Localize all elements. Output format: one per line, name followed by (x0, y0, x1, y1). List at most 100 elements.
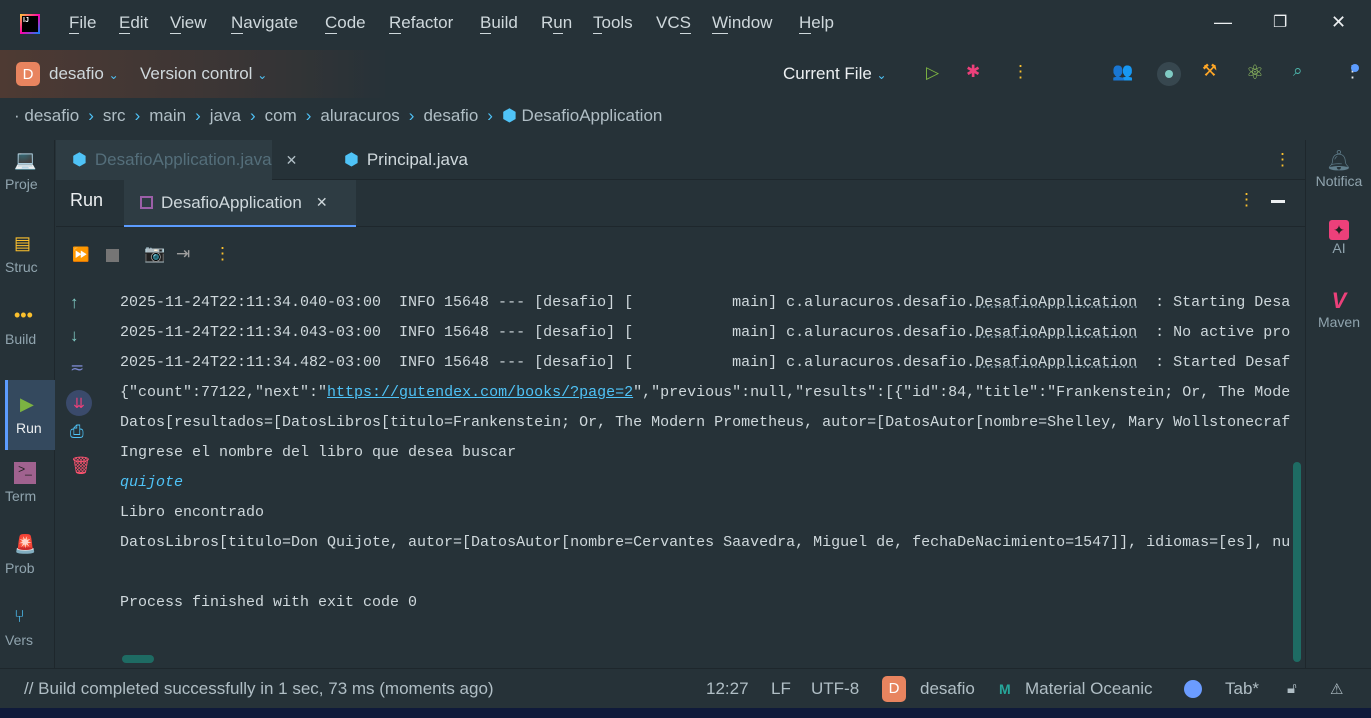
atom-icon[interactable]: ⚛ (1246, 60, 1264, 85)
caret-position[interactable]: 12:27 (706, 679, 749, 699)
breadcrumb-item[interactable]: DesafioApplication (522, 106, 663, 126)
hide-panel-icon[interactable] (1271, 200, 1285, 203)
tool-label: Maven (1317, 314, 1361, 330)
tool-terminal[interactable]: >_ Term (5, 462, 55, 504)
build-tools-icon[interactable]: ⚒ (1202, 61, 1217, 81)
vcs-selector[interactable]: Version control ⌄ (140, 64, 267, 84)
tool-notifications[interactable]: 🔔︎ Notifica (1306, 148, 1371, 189)
tab-principal-java[interactable]: ⬢ Principal.java (344, 140, 468, 180)
trash-icon[interactable]: 🗑 (70, 456, 92, 476)
theme-color-icon[interactable] (1184, 679, 1202, 698)
horizontal-scrollbar[interactable] (122, 655, 154, 663)
tab-desafio-application-java[interactable]: ⬢ DesafioApplication.java ✕ (56, 140, 297, 180)
close-window-button[interactable]: ✕ (1331, 12, 1346, 33)
run-tab-desafio-application[interactable]: DesafioApplication ✕ (124, 180, 356, 227)
menu-run[interactable]: Run (541, 13, 573, 34)
restore-button[interactable]: ❐ (1273, 12, 1287, 32)
run-panel-more-icon[interactable]: ⋮ (1238, 190, 1255, 210)
print-icon[interactable]: ⎙ (70, 422, 84, 442)
console-line: Process finished with exit code 0 (120, 594, 418, 611)
debug-icon[interactable]: ✱ (966, 62, 980, 82)
os-taskbar (0, 708, 1371, 718)
menu-label: Run (541, 13, 573, 32)
power-save-icon[interactable]: ⚠︎ (1330, 680, 1343, 698)
breadcrumb-item[interactable]: aluracuros (320, 106, 399, 126)
search-icon[interactable]: ⌕ (1293, 61, 1303, 81)
minimize-button[interactable]: — (1214, 12, 1232, 33)
rerun-icon[interactable]: ⏩ (72, 246, 89, 263)
status-project[interactable]: desafio (920, 679, 975, 699)
class-link[interactable]: DesafioApplication (975, 324, 1137, 341)
soft-wrap-icon[interactable]: ≂ (70, 358, 84, 378)
lock-icon[interactable]: 🔓︎ (1287, 680, 1297, 697)
menu-navigate[interactable]: Navigate (231, 13, 298, 34)
file-encoding[interactable]: UTF-8 (811, 679, 859, 699)
chevron-right-icon: › (408, 106, 415, 125)
menu-edit[interactable]: Edit (119, 13, 148, 34)
breadcrumb-item[interactable]: java (210, 106, 241, 126)
tool-structure[interactable]: ▤ Struc (5, 233, 55, 275)
tool-build[interactable]: ••• Build (5, 305, 55, 347)
menu-build[interactable]: Build (480, 13, 518, 34)
dots-icon: ••• (14, 305, 33, 325)
chevron-down-icon: ⌄ (257, 68, 268, 82)
class-link[interactable]: DesafioApplication (975, 354, 1137, 371)
tool-project[interactable]: 💻 Proje (5, 150, 55, 192)
more-icon[interactable]: ⋮ (1012, 62, 1029, 82)
status-message[interactable]: // Build completed successfully in 1 sec… (24, 679, 494, 699)
tool-label: AI (1332, 240, 1346, 256)
indent-setting[interactable]: Tab* (1225, 679, 1259, 699)
tool-ai[interactable]: ✦ AI (1306, 220, 1371, 256)
theme-name[interactable]: Material Oceanic (1025, 679, 1153, 699)
console-output[interactable]: 2025-11-24T22:11:34.040-03:00 INFO 15648… (120, 288, 1290, 638)
run-config-selector[interactable]: Current File ⌄ (783, 64, 887, 84)
breadcrumb-item[interactable]: src (103, 106, 126, 126)
record-icon[interactable] (1157, 62, 1181, 86)
more-icon[interactable]: ⋮ (214, 244, 231, 264)
tool-version-control[interactable]: ⑂ Vers (5, 606, 55, 648)
mnemonic-underline (119, 33, 131, 34)
run-icon[interactable]: ▷ (926, 63, 939, 83)
menu-code[interactable]: Code (325, 13, 366, 34)
menu-tools[interactable]: Tools (593, 13, 633, 34)
menu-label: Code (325, 13, 366, 32)
chevron-right-icon: › (305, 106, 312, 125)
material-theme-icon: M (999, 680, 1011, 697)
menu-refactor[interactable]: Refactor (389, 13, 454, 34)
code-with-me-icon[interactable]: 👥 (1112, 62, 1133, 82)
tool-problems[interactable]: 🚨 Prob (5, 534, 55, 576)
mnemonic-underline (593, 33, 602, 34)
class-link[interactable]: DesafioApplication (975, 294, 1137, 311)
chevron-right-icon: › (487, 106, 493, 125)
console-log-line: 2025-11-24T22:11:34.482-03:00 INFO 15648… (120, 354, 1290, 371)
menu-view[interactable]: View (170, 13, 207, 34)
breadcrumb-item[interactable]: main (149, 106, 186, 126)
tool-maven[interactable]: V Maven (1306, 288, 1371, 330)
breadcrumb-item[interactable]: desafio (24, 106, 79, 126)
tool-run[interactable]: ▶ Run (5, 380, 55, 450)
close-tab-icon[interactable]: ✕ (316, 194, 328, 211)
vertical-scrollbar[interactable] (1293, 462, 1301, 662)
tool-label: Notifica (1315, 173, 1363, 189)
menu-vcs[interactable]: VCS (656, 13, 691, 34)
scroll-to-end-icon[interactable]: ⇊ (66, 390, 92, 416)
tabs-more-icon[interactable]: ⋮ (1274, 150, 1291, 170)
console-link[interactable]: https://gutendex.com/books/?page=2 (327, 384, 633, 401)
json-text: {"count":77122,"next":" (120, 384, 328, 401)
menu-file[interactable]: File (69, 13, 96, 34)
breadcrumb-item[interactable]: com (265, 106, 297, 126)
project-selector[interactable]: desafio ⌄ (49, 64, 119, 84)
exit-icon[interactable]: ⇥ (176, 244, 190, 264)
close-tab-icon[interactable]: ✕ (286, 152, 298, 169)
menu-window[interactable]: Window (712, 13, 772, 34)
menu-label: Refactor (389, 13, 454, 32)
line-separator[interactable]: LF (771, 679, 791, 699)
arrow-up-icon[interactable]: ↑ (70, 293, 79, 313)
intellij-logo-icon: IJ (20, 14, 40, 34)
stop-icon[interactable] (106, 249, 119, 262)
arrow-down-icon[interactable]: ↓ (70, 326, 79, 346)
breadcrumb-item[interactable]: desafio (423, 106, 478, 126)
screenshot-icon[interactable]: 📷 (144, 244, 165, 264)
menu-help[interactable]: Help (799, 13, 834, 34)
maven-icon: V (1331, 288, 1347, 313)
